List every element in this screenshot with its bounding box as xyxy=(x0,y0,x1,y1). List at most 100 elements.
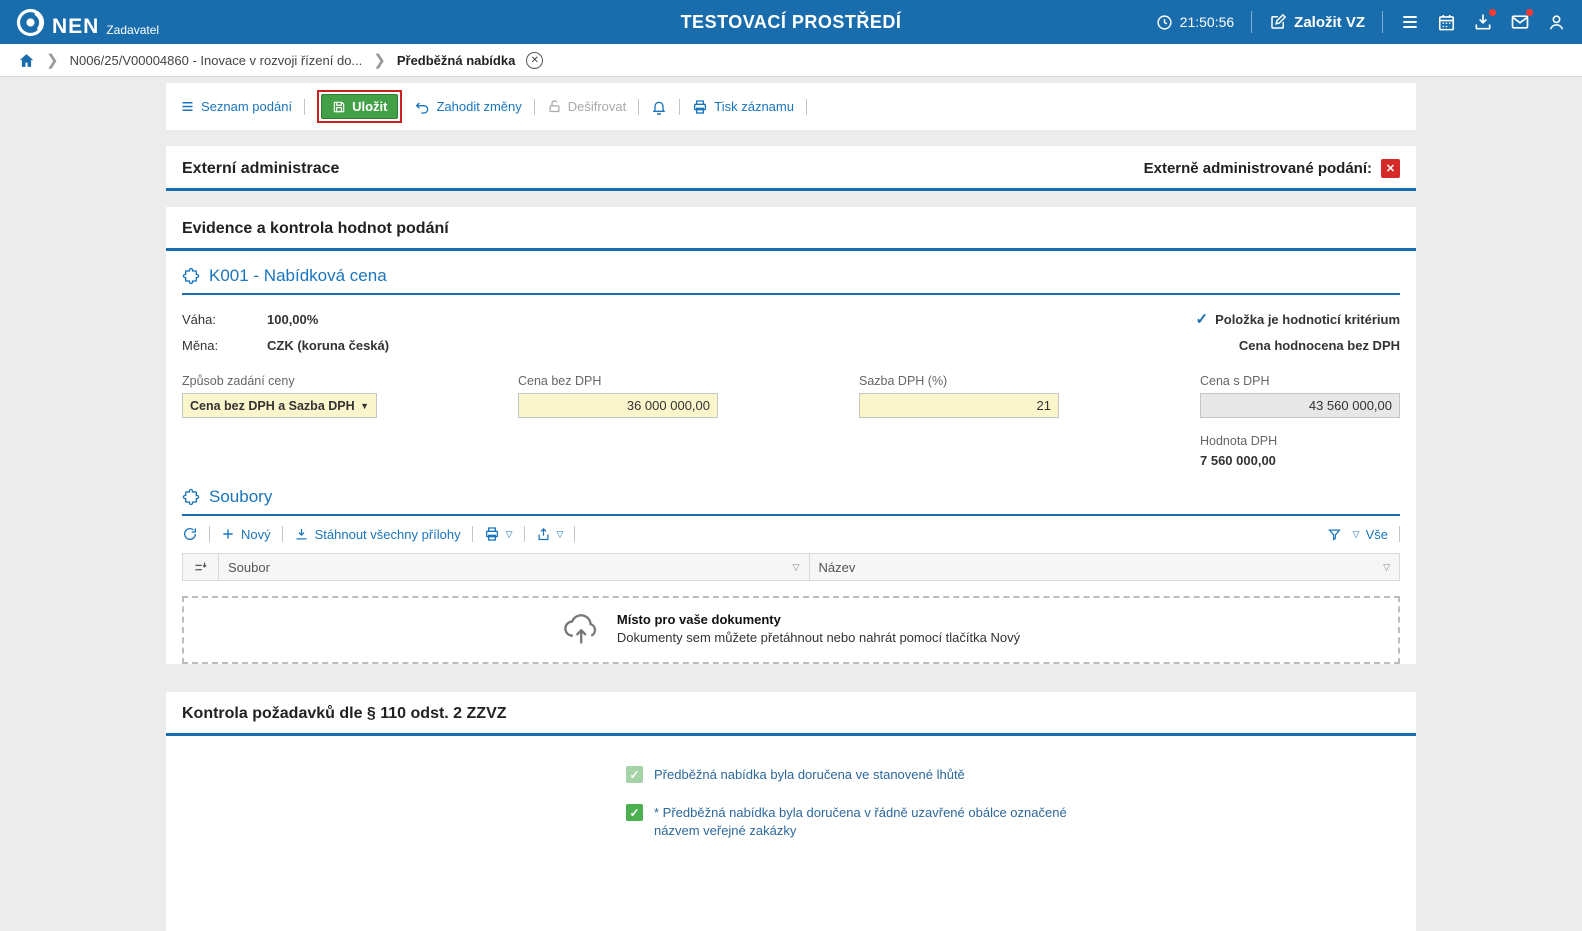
price-method-select[interactable]: Cena bez DPH a Sazba DPH ▼ xyxy=(182,393,377,418)
nen-home-link[interactable]: NEN Zadavatel xyxy=(16,8,159,37)
topbar-divider xyxy=(1251,11,1252,33)
price-excl-vat-input[interactable]: 36 000 000,00 xyxy=(518,393,718,418)
evaluation-note: Cena hodnocena bez DPH xyxy=(1239,338,1400,353)
vat-rate-input[interactable]: 21 xyxy=(859,393,1059,418)
puzzle-icon xyxy=(182,267,200,285)
session-clock: 21:50:56 xyxy=(1156,14,1235,31)
files-header: Soubory xyxy=(182,472,1400,516)
dropzone-hint: Dokumenty sem můžete přetáhnout nebo nah… xyxy=(617,630,1020,645)
file-dropzone[interactable]: Místo pro vaše dokumenty Dokumenty sem m… xyxy=(182,596,1400,664)
refresh-button[interactable] xyxy=(182,526,198,542)
download-all-button[interactable]: Stáhnout všechny přílohy xyxy=(294,527,461,542)
menu-icon[interactable] xyxy=(1400,12,1420,32)
printer-icon xyxy=(692,99,708,115)
currency-row: Měna: CZK (koruna česká) Cena hodnocena … xyxy=(182,333,1400,358)
flag-no-icon[interactable]: ✕ xyxy=(1381,159,1400,178)
vat-amount-group: Hodnota DPH 7 560 000,00 xyxy=(1200,434,1400,468)
vat-amount-label: Hodnota DPH xyxy=(1200,434,1400,448)
home-icon[interactable] xyxy=(18,52,35,69)
price-incl-vat-field: 43 560 000,00 xyxy=(1200,393,1400,418)
toolbar-divider xyxy=(1399,526,1400,542)
section-title: Kontrola požadavků dle § 110 odst. 2 ZZV… xyxy=(182,705,507,723)
submissions-list-button[interactable]: Seznam podání xyxy=(180,99,292,114)
requirement-label: * Předběžná nabídka byla doručena v řádn… xyxy=(654,804,1102,840)
breadcrumb-record-link[interactable]: N006/25/V00004860 - Inovace v rozvoji ří… xyxy=(70,53,363,68)
view-filter-select[interactable]: ▽ Vše xyxy=(1353,527,1388,542)
column-header-name[interactable]: Název ▽ xyxy=(810,554,1400,580)
requirement-row-delivered-on-time: ✓ Předběžná nabídka byla doručena ve sta… xyxy=(626,766,1400,784)
brand-name: NEN xyxy=(52,16,99,37)
breadcrumb-separator-icon: ❯ xyxy=(46,51,59,69)
save-label: Uložit xyxy=(352,99,387,114)
breadcrumb-separator-icon: ❯ xyxy=(373,51,386,69)
column-filter-icon[interactable]: ▽ xyxy=(793,562,800,573)
toolbar-divider xyxy=(534,99,535,115)
calendar-icon[interactable] xyxy=(1437,13,1456,32)
files-toolbar: Nový Stáhnout všechny přílohy ▽ xyxy=(166,516,1416,550)
column-filter-icon[interactable]: ▽ xyxy=(1383,562,1390,573)
k001-header: K001 - Nabídková cena xyxy=(182,251,1400,295)
column-settings-icon[interactable] xyxy=(183,554,219,580)
vat-rate-label: Sazba DPH (%) xyxy=(859,374,1059,388)
list-icon xyxy=(180,99,195,114)
section-title: Evidence a kontrola hodnot podání xyxy=(182,220,449,238)
topbar-divider xyxy=(1382,11,1383,33)
evidence-header: Evidence a kontrola hodnot podání xyxy=(166,207,1416,251)
discard-changes-button[interactable]: Zahodit změny xyxy=(414,99,521,115)
price-incl-vat-group: Cena s DPH 43 560 000,00 xyxy=(1200,374,1400,418)
currency-label: Měna: xyxy=(182,338,267,353)
clock-icon xyxy=(1156,14,1173,31)
toolbar-divider xyxy=(524,526,525,542)
notifications-button[interactable] xyxy=(651,99,667,115)
lock-icon xyxy=(547,99,562,114)
messages-icon[interactable] xyxy=(1510,12,1530,32)
undo-icon xyxy=(414,99,430,115)
export-button[interactable]: ▽ xyxy=(536,527,564,542)
breadcrumb-current-page: Předběžná nabídka xyxy=(397,53,515,68)
print-files-button[interactable]: ▽ xyxy=(484,526,513,542)
weight-value: 100,00% xyxy=(267,312,318,327)
downloads-icon[interactable] xyxy=(1473,12,1493,32)
dropzone-title: Místo pro vaše dokumenty xyxy=(617,612,1020,627)
save-button-highlight: Uložit xyxy=(317,90,402,123)
toolbar-divider xyxy=(638,99,639,115)
bell-icon xyxy=(651,99,667,115)
save-button[interactable]: Uložit xyxy=(321,94,398,119)
check-icon: ✓ xyxy=(1196,310,1209,328)
user-icon[interactable] xyxy=(1547,13,1566,32)
save-icon xyxy=(332,100,346,114)
compose-icon xyxy=(1269,13,1287,31)
files-table-header: Soubor ▽ Název ▽ xyxy=(182,553,1400,581)
top-bar: NEN Zadavatel TESTOVACÍ PROSTŘEDÍ 21:50:… xyxy=(0,0,1582,44)
checkbox-sealed-envelope[interactable]: ✓ xyxy=(626,804,643,821)
new-file-button[interactable]: Nový xyxy=(221,527,271,542)
requirements-body: ✓ Předběžná nabídka byla doručena ve sta… xyxy=(166,736,1416,931)
k001-title: K001 - Nabídková cena xyxy=(209,266,387,286)
checkbox-delivered-on-time[interactable]: ✓ xyxy=(626,766,643,783)
dropdown-arrow-icon[interactable]: ▽ xyxy=(506,529,513,540)
close-tab-icon[interactable]: ✕ xyxy=(526,52,543,69)
download-icon xyxy=(294,527,309,542)
plus-icon xyxy=(221,527,235,541)
price-excl-vat-group: Cena bez DPH 36 000 000,00 xyxy=(518,374,718,418)
toolbar-divider xyxy=(679,99,680,115)
filter-icon xyxy=(1327,527,1342,542)
puzzle-icon xyxy=(182,488,200,506)
price-method-field: Způsob zadání ceny Cena bez DPH a Sazba … xyxy=(182,374,377,418)
dropdown-arrow-icon: ▽ xyxy=(1353,529,1360,540)
external-administration-header: Externí administrace Externě administrov… xyxy=(166,146,1416,191)
submissions-list-label: Seznam podání xyxy=(201,99,292,114)
print-record-button[interactable]: Tisk záznamu xyxy=(692,99,794,115)
toolbar-divider xyxy=(209,526,210,542)
filter-button[interactable] xyxy=(1327,527,1342,542)
toolbar-divider xyxy=(574,526,575,542)
upload-cloud-icon xyxy=(562,611,602,645)
price-incl-vat-label: Cena s DPH xyxy=(1200,374,1400,388)
column-header-file[interactable]: Soubor ▽ xyxy=(219,554,810,580)
dropdown-arrow-icon[interactable]: ▽ xyxy=(557,529,564,540)
notification-badge xyxy=(1489,9,1496,16)
requirements-section: Kontrola požadavků dle § 110 odst. 2 ZZV… xyxy=(166,692,1416,931)
create-vz-button[interactable]: Založit VZ xyxy=(1269,13,1365,31)
files-title: Soubory xyxy=(209,487,272,507)
vat-rate-group: Sazba DPH (%) 21 xyxy=(859,374,1059,418)
